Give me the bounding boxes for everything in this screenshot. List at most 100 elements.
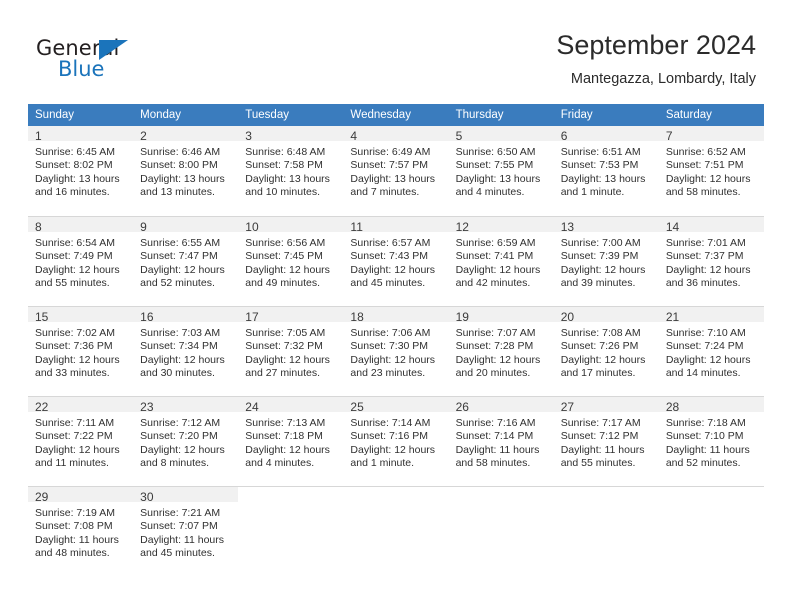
sunset-text: Sunset: 7:10 PM	[665, 430, 744, 443]
day-number: 26	[448, 397, 554, 414]
sunrise-text: Sunrise: 7:21 AM	[140, 507, 221, 519]
sunrise-text: Sunrise: 7:07 AM	[455, 327, 536, 339]
calendar-day-cell[interactable]: 12 Sunrise: 6:59 AM Sunset: 7:41 PM Dayligh…	[448, 216, 554, 306]
day-info: Sunrise: 7:05 AM Sunset: 7:32 PM Daylight:…	[238, 322, 343, 381]
calendar-day-cell[interactable]: 30 Sunrise: 7:21 AM Sunset: 7:07 PM Dayligh…	[133, 486, 239, 576]
sunrise-text: Sunrise: 6:45 AM	[35, 146, 115, 158]
general-blue-logo[interactable]: General Blue	[36, 36, 166, 82]
sunset-text: Sunset: 7:12 PM	[560, 430, 639, 443]
sunrise-text: Sunrise: 7:12 AM	[140, 417, 221, 429]
daylight-text-line2: and 13 minutes.	[140, 186, 215, 199]
day-info: Sunrise: 6:52 AM Sunset: 7:51 PM Daylight:…	[659, 141, 764, 200]
page-header: General Blue September 2024 Mantegazza, …	[0, 0, 792, 100]
sunrise-text: Sunrise: 7:14 AM	[350, 417, 431, 429]
calendar-day-cell[interactable]: 22 Sunrise: 7:11 AM Sunset: 7:22 PM Dayligh…	[28, 396, 134, 486]
day-number	[659, 487, 764, 502]
sunrise-text: Sunrise: 7:16 AM	[455, 417, 536, 429]
sunset-text: Sunset: 7:24 PM	[665, 340, 744, 353]
calendar-day-cell[interactable]: 11 Sunrise: 6:57 AM Sunset: 7:43 PM Dayligh…	[343, 216, 449, 306]
calendar-week-row: 8 Sunrise: 6:54 AM Sunset: 7:49 PM Daylight…	[28, 216, 764, 306]
calendar-day-cell[interactable]: 20 Sunrise: 7:08 AM Sunset: 7:26 PM Dayligh…	[553, 306, 659, 396]
weekday-header-monday: Monday	[133, 104, 239, 126]
calendar-page: General Blue September 2024 Mantegazza, …	[0, 0, 792, 612]
sunset-text: Sunset: 7:22 PM	[35, 430, 113, 443]
daylight-text-line1: Daylight: 12 hours	[35, 353, 120, 366]
calendar-week-row: 15 Sunrise: 7:02 AM Sunset: 7:36 PM Dayligh…	[28, 306, 764, 396]
sunrise-text: Sunrise: 7:02 AM	[35, 327, 115, 339]
calendar-day-cell[interactable]: 3 Sunrise: 6:48 AM Sunset: 7:58 PM Daylight…	[238, 126, 344, 216]
calendar-day-cell[interactable]: 28 Sunrise: 7:18 AM Sunset: 7:10 PM Dayligh…	[658, 396, 764, 486]
day-info: Sunrise: 7:16 AM Sunset: 7:14 PM Daylight:…	[449, 412, 554, 471]
calendar-day-cell[interactable]: 5 Sunrise: 6:50 AM Sunset: 7:55 PM Daylight…	[448, 126, 554, 216]
daylight-text-line1: Daylight: 12 hours	[350, 353, 436, 366]
sunrise-text: Sunrise: 6:57 AM	[350, 237, 431, 249]
day-info: Sunrise: 6:48 AM Sunset: 7:58 PM Daylight:…	[238, 141, 343, 200]
day-number: 18	[343, 307, 449, 324]
calendar-day-cell[interactable]: 19 Sunrise: 7:07 AM Sunset: 7:28 PM Dayligh…	[448, 306, 554, 396]
day-info: Sunrise: 6:50 AM Sunset: 7:55 PM Daylight:…	[449, 141, 554, 200]
daylight-text-line2: and 4 minutes.	[245, 457, 315, 470]
calendar-day-cell[interactable]: 9 Sunrise: 6:55 AM Sunset: 7:47 PM Daylight…	[133, 216, 239, 306]
calendar-day-cell[interactable]: 26 Sunrise: 7:16 AM Sunset: 7:14 PM Dayligh…	[448, 396, 554, 486]
calendar-day-cell-empty	[238, 486, 344, 576]
daylight-text-line1: Daylight: 11 hours	[560, 443, 645, 456]
daylight-text-line1: Daylight: 12 hours	[455, 353, 541, 366]
day-info: Sunrise: 6:56 AM Sunset: 7:45 PM Daylight:…	[238, 232, 343, 291]
sunrise-text: Sunrise: 7:11 AM	[35, 417, 115, 429]
daylight-text-line2: and 36 minutes.	[665, 277, 741, 290]
sunrise-text: Sunrise: 6:46 AM	[140, 146, 221, 158]
calendar-day-cell[interactable]: 6 Sunrise: 6:51 AM Sunset: 7:53 PM Daylight…	[553, 126, 659, 216]
day-number: 15	[28, 307, 134, 324]
calendar-day-cell[interactable]: 24 Sunrise: 7:13 AM Sunset: 7:18 PM Dayligh…	[238, 396, 344, 486]
calendar-day-cell[interactable]: 13 Sunrise: 7:00 AM Sunset: 7:39 PM Dayligh…	[553, 216, 659, 306]
day-info: Sunrise: 6:45 AM Sunset: 8:02 PM Daylight:…	[28, 141, 133, 200]
daylight-text-line1: Daylight: 12 hours	[560, 353, 646, 366]
day-info: Sunrise: 7:19 AM Sunset: 7:08 PM Daylight:…	[28, 502, 133, 561]
calendar-day-cell[interactable]: 14 Sunrise: 7:01 AM Sunset: 7:37 PM Dayligh…	[658, 216, 764, 306]
sunrise-text: Sunrise: 7:17 AM	[560, 417, 641, 429]
calendar-day-cell[interactable]: 1 Sunrise: 6:45 AM Sunset: 8:02 PM Daylight…	[28, 126, 134, 216]
sunset-text: Sunset: 7:51 PM	[665, 159, 744, 172]
day-info: Sunrise: 7:03 AM Sunset: 7:34 PM Daylight:…	[133, 322, 238, 381]
sunset-text: Sunset: 7:34 PM	[140, 340, 218, 353]
sunset-text: Sunset: 7:07 PM	[140, 520, 218, 533]
calendar-day-cell[interactable]: 10 Sunrise: 6:56 AM Sunset: 7:45 PM Dayligh…	[238, 216, 344, 306]
day-number	[554, 487, 659, 502]
daylight-text-line1: Daylight: 12 hours	[140, 263, 225, 276]
calendar-day-cell[interactable]: 23 Sunrise: 7:12 AM Sunset: 7:20 PM Dayligh…	[133, 396, 239, 486]
day-info: Sunrise: 6:46 AM Sunset: 8:00 PM Daylight:…	[133, 141, 238, 200]
sunrise-text: Sunrise: 7:13 AM	[245, 417, 326, 429]
daylight-text-line1: Daylight: 12 hours	[665, 263, 751, 276]
calendar-day-cell[interactable]: 15 Sunrise: 7:02 AM Sunset: 7:36 PM Dayligh…	[28, 306, 134, 396]
calendar-day-cell[interactable]: 2 Sunrise: 6:46 AM Sunset: 8:00 PM Daylight…	[133, 126, 239, 216]
daylight-text-line2: and 52 minutes.	[665, 457, 741, 470]
calendar-day-cell[interactable]: 16 Sunrise: 7:03 AM Sunset: 7:34 PM Dayligh…	[133, 306, 239, 396]
sunrise-text: Sunrise: 6:59 AM	[455, 237, 536, 249]
calendar-day-cell[interactable]: 25 Sunrise: 7:14 AM Sunset: 7:16 PM Dayligh…	[343, 396, 449, 486]
sunrise-sunset-calendar: Sunday Monday Tuesday Wednesday Thursday…	[28, 104, 764, 576]
day-info: Sunrise: 7:14 AM Sunset: 7:16 PM Daylight:…	[343, 412, 448, 471]
sunset-text: Sunset: 7:39 PM	[560, 250, 639, 263]
calendar-day-cell[interactable]: 8 Sunrise: 6:54 AM Sunset: 7:49 PM Daylight…	[28, 216, 134, 306]
day-info: Sunrise: 7:21 AM Sunset: 7:07 PM Daylight:…	[133, 502, 238, 561]
calendar-day-cell[interactable]: 27 Sunrise: 7:17 AM Sunset: 7:12 PM Dayligh…	[553, 396, 659, 486]
sunrise-text: Sunrise: 7:08 AM	[560, 327, 641, 339]
day-number: 6	[553, 126, 659, 143]
calendar-day-cell[interactable]: 18 Sunrise: 7:06 AM Sunset: 7:30 PM Dayligh…	[343, 306, 449, 396]
sunrise-text: Sunrise: 7:03 AM	[140, 327, 221, 339]
daylight-text-line1: Daylight: 11 hours	[140, 533, 224, 546]
daylight-text-line1: Daylight: 12 hours	[350, 263, 436, 276]
day-number: 8	[28, 217, 134, 234]
calendar-day-cell[interactable]: 7 Sunrise: 6:52 AM Sunset: 7:51 PM Daylight…	[658, 126, 764, 216]
calendar-day-cell[interactable]: 21 Sunrise: 7:10 AM Sunset: 7:24 PM Dayligh…	[658, 306, 764, 396]
calendar-day-cell[interactable]: 17 Sunrise: 7:05 AM Sunset: 7:32 PM Dayligh…	[238, 306, 344, 396]
calendar-body: 1 Sunrise: 6:45 AM Sunset: 8:02 PM Daylight…	[28, 126, 764, 576]
calendar-day-cell[interactable]: 4 Sunrise: 6:49 AM Sunset: 7:57 PM Daylight…	[343, 126, 449, 216]
calendar-day-cell[interactable]: 29 Sunrise: 7:19 AM Sunset: 7:08 PM Dayligh…	[28, 486, 134, 576]
daylight-text-line1: Daylight: 11 hours	[455, 443, 540, 456]
day-number: 24	[238, 397, 344, 414]
weekday-header-sunday: Sunday	[28, 104, 134, 126]
daylight-text-line2: and 45 minutes.	[140, 547, 215, 560]
daylight-text-line2: and 30 minutes.	[140, 367, 215, 380]
day-number: 21	[658, 307, 764, 324]
